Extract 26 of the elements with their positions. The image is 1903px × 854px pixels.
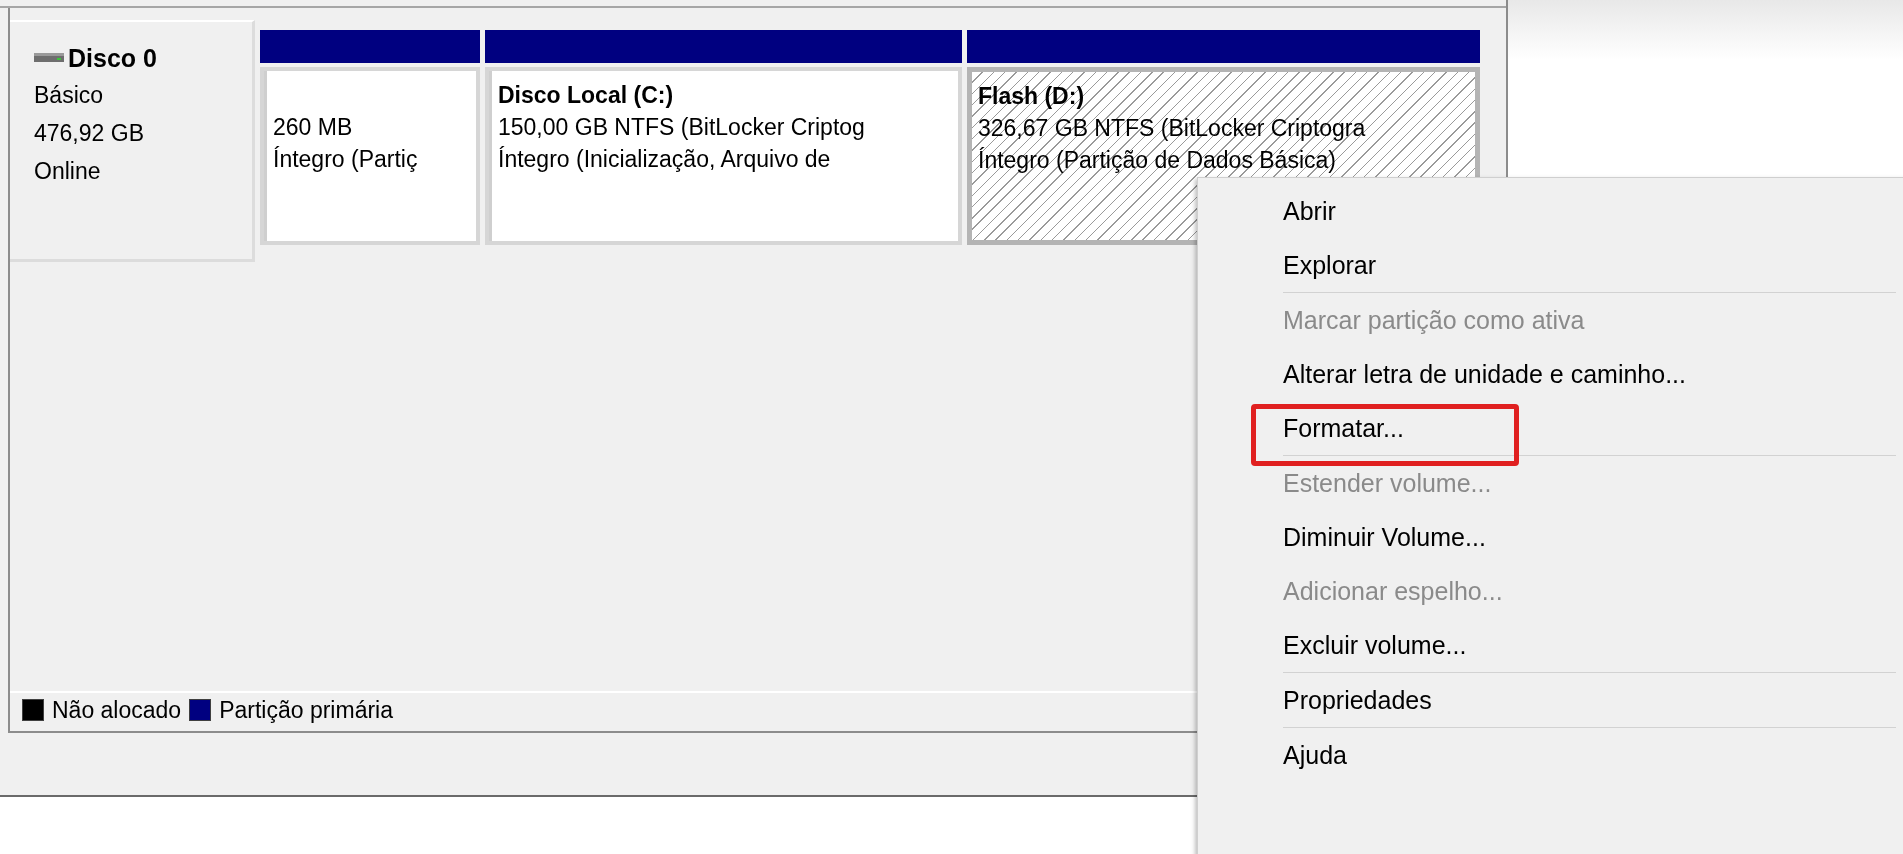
menu-item[interactable]: Excluir volume... xyxy=(1283,630,1467,660)
menu-item[interactable]: Abrir xyxy=(1283,196,1336,226)
disk-type: Básico xyxy=(34,81,105,110)
menu-item[interactable]: Diminuir Volume... xyxy=(1283,522,1486,552)
menu-item[interactable]: Formatar... xyxy=(1283,413,1404,443)
menu-item[interactable]: Ajuda xyxy=(1283,740,1347,770)
partition-title: Disco Local (C:) xyxy=(498,81,675,110)
partition-info: Íntegro (Partição de Dados Básica) xyxy=(978,146,1337,175)
menu-item[interactable]: Propriedades xyxy=(1283,685,1432,715)
disk-drive-icon xyxy=(34,52,64,64)
partition-block[interactable]: 260 MB Íntegro (Partiç xyxy=(260,67,480,245)
partition-info: 260 MB xyxy=(273,113,354,142)
partition-info: 150,00 GB NTFS (BitLocker Criptog xyxy=(498,113,866,142)
legend-label: Partição primária xyxy=(219,696,393,724)
partition-block[interactable]: Disco Local (C:) 150,00 GB NTFS (BitLocker Criptog Íntegro (Inicialização, Arquivo de xyxy=(485,67,962,245)
menu-item[interactable]: Explorar xyxy=(1283,250,1377,280)
disk-size: 476,92 GB xyxy=(34,119,145,148)
partition-title: Flash (D:) xyxy=(978,82,1086,111)
partition-info: Íntegro (Inicialização, Arquivo de xyxy=(498,145,832,174)
legend-label: Não alocado xyxy=(52,696,182,724)
menu-item[interactable]: Alterar letra de unidade e caminho... xyxy=(1283,359,1686,389)
partition-info: Íntegro (Partiç xyxy=(273,145,419,174)
disk-label-panel[interactable]: Disco 0 Básico 476,92 GB Online xyxy=(10,20,255,262)
disk-name: Disco 0 xyxy=(68,43,157,73)
partition-info: 326,67 GB NTFS (BitLocker Criptogra xyxy=(978,114,1367,143)
disk-status: Online xyxy=(34,157,102,186)
